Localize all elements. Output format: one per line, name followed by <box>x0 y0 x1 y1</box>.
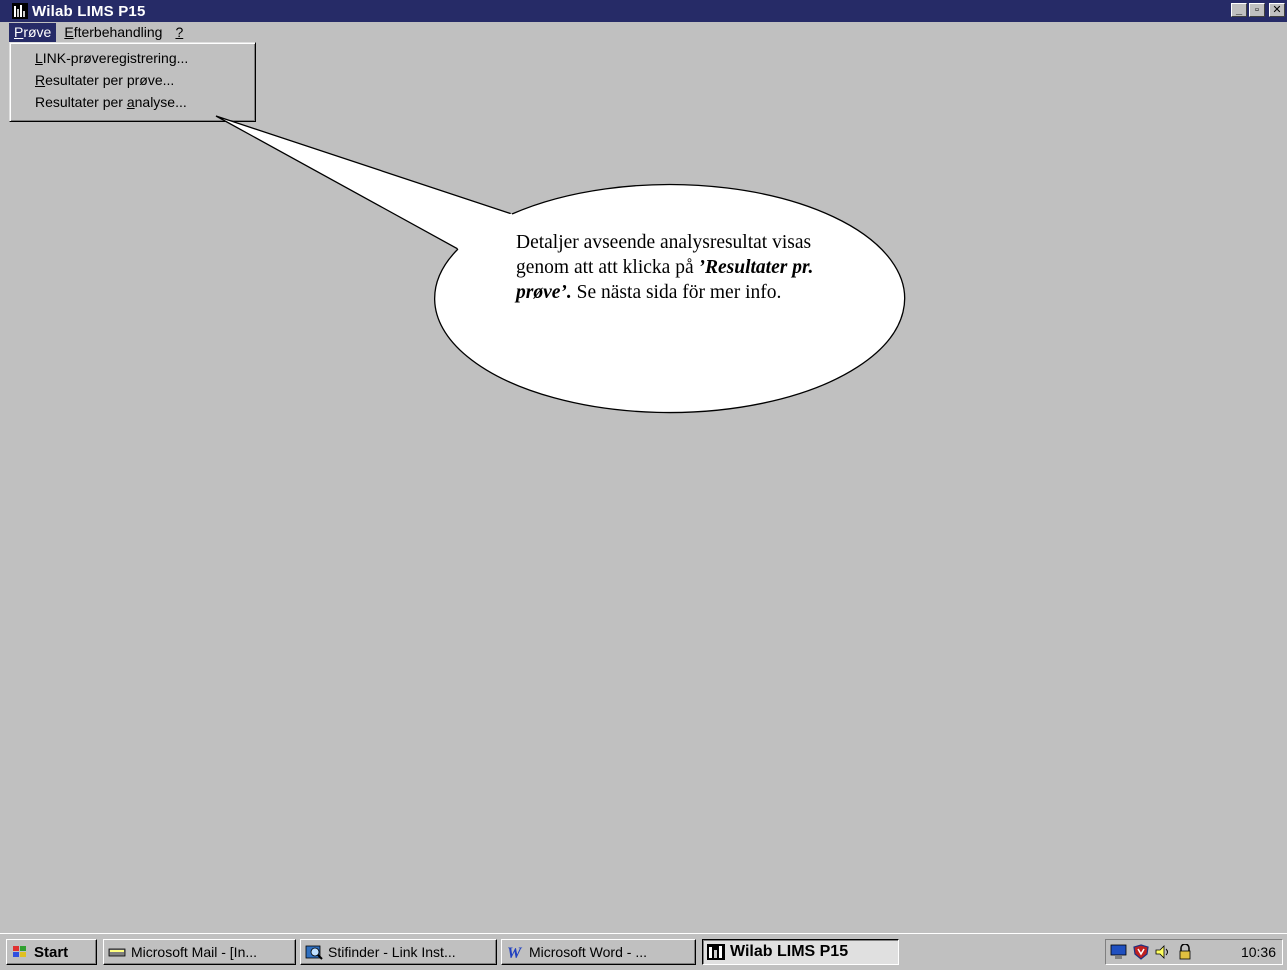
clock[interactable]: 10:36 <box>1241 944 1276 960</box>
taskbar-button-label: Microsoft Mail - [In... <box>131 944 258 960</box>
word-icon: W <box>507 945 523 960</box>
taskbar-button-wilab-lims[interactable]: Wilab LIMS P15 <box>702 939 899 965</box>
windows-logo-icon <box>13 946 26 957</box>
start-label: Start <box>34 943 69 961</box>
shield-icon[interactable] <box>1132 944 1150 960</box>
taskbar-button-label: Stifinder - Link Inst... <box>328 944 456 960</box>
taskbar-button-label: Wilab LIMS P15 <box>730 943 849 960</box>
taskbar-button-stifinder[interactable]: Stifinder - Link Inst... <box>300 939 497 965</box>
svg-text:W: W <box>507 945 523 960</box>
monitor-icon[interactable] <box>1110 944 1128 960</box>
system-tray: 10:36 <box>1105 939 1283 965</box>
mail-icon <box>108 948 126 957</box>
callout-text: Detaljer avseende analysresultat visas g… <box>516 230 846 305</box>
taskbar-button-microsoft-mail[interactable]: Microsoft Mail - [In... <box>103 939 296 965</box>
wilab-icon <box>707 944 725 960</box>
callout-balloon <box>215 115 906 414</box>
speaker-icon[interactable] <box>1154 944 1172 960</box>
explorer-icon <box>305 945 323 960</box>
taskbar-button-microsoft-word[interactable]: W Microsoft Word - ... <box>501 939 696 965</box>
callout-text-part2: Se nästa sida för mer info. <box>571 282 782 303</box>
taskbar: Start Microsoft Mail - [In... Stifinder … <box>0 933 1287 970</box>
start-button[interactable]: Start <box>6 939 97 965</box>
taskbar-button-label: Microsoft Word - ... <box>529 944 647 960</box>
lock-icon[interactable] <box>1176 944 1194 960</box>
